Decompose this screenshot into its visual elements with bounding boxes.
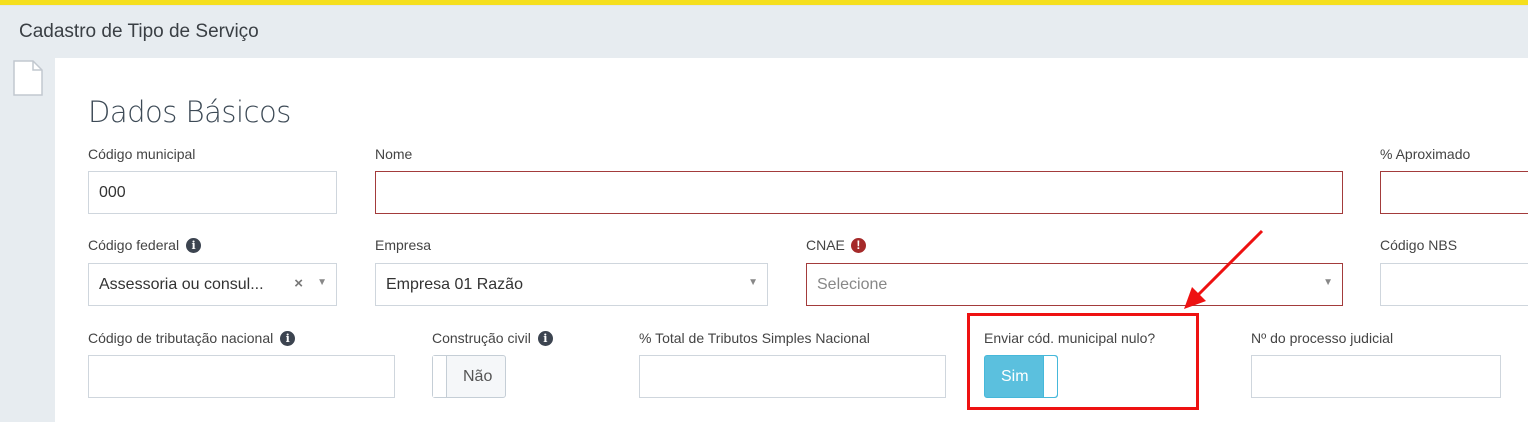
codigo-federal-label: Código federal i: [88, 237, 202, 253]
aproximado-label: % Aproximado: [1380, 146, 1471, 162]
empresa-value: Empresa 01 Razão: [386, 276, 523, 293]
page-header: Cadastro de Tipo de Serviço: [0, 6, 1528, 58]
aproximado-input[interactable]: [1380, 171, 1528, 214]
construcao-civil-label: Construção civil i: [432, 330, 553, 346]
processo-judicial-input[interactable]: [1251, 355, 1501, 398]
empresa-label: Empresa: [375, 237, 432, 253]
highlight-box: [967, 313, 1199, 410]
cnae-placeholder: Selecione: [817, 276, 888, 293]
codigo-tributacao-input[interactable]: [88, 355, 395, 398]
codigo-nbs-label: Código NBS: [1380, 237, 1458, 253]
info-circle-icon[interactable]: i: [537, 330, 553, 346]
cnae-label: CNAE !: [806, 237, 866, 253]
info-circle-icon[interactable]: i: [280, 330, 296, 346]
codigo-tributacao-label: Código de tributação nacional i: [88, 330, 296, 346]
toggle-state-label: Não: [463, 368, 493, 385]
codigo-federal-value: Assessoria ou consul...: [99, 276, 264, 293]
total-tributos-label: % Total de Tributos Simples Nacional: [639, 330, 870, 346]
toggle-knob: [433, 356, 447, 397]
empresa-select[interactable]: Empresa 01 Razão ▼: [375, 263, 768, 306]
annotation-arrow-icon: [1184, 229, 1264, 309]
document-icon: [13, 60, 43, 96]
total-tributos-input[interactable]: [639, 355, 946, 398]
processo-judicial-label: Nº do processo judicial: [1251, 330, 1394, 346]
codigo-municipal-input[interactable]: 000: [88, 171, 337, 214]
info-circle-icon[interactable]: i: [186, 237, 202, 253]
nome-input[interactable]: [375, 171, 1343, 214]
chevron-down-icon: ▼: [1323, 277, 1333, 288]
left-rail: [0, 58, 55, 422]
codigo-federal-select[interactable]: Assessoria ou consul... × ▼: [88, 263, 337, 306]
chevron-down-icon: ▼: [317, 277, 327, 288]
page-title: Cadastro de Tipo de Serviço: [19, 21, 259, 42]
codigo-municipal-value: 000: [99, 184, 126, 201]
section-title: Dados Básicos: [88, 95, 291, 129]
chevron-down-icon: ▼: [748, 277, 758, 288]
exclamation-circle-icon: !: [850, 237, 866, 253]
clear-x-icon[interactable]: ×: [294, 275, 303, 292]
nome-label: Nome: [375, 146, 413, 162]
construcao-civil-toggle[interactable]: Não: [432, 355, 506, 398]
codigo-nbs-select[interactable]: [1380, 263, 1528, 306]
codigo-municipal-label: Código municipal: [88, 146, 196, 162]
